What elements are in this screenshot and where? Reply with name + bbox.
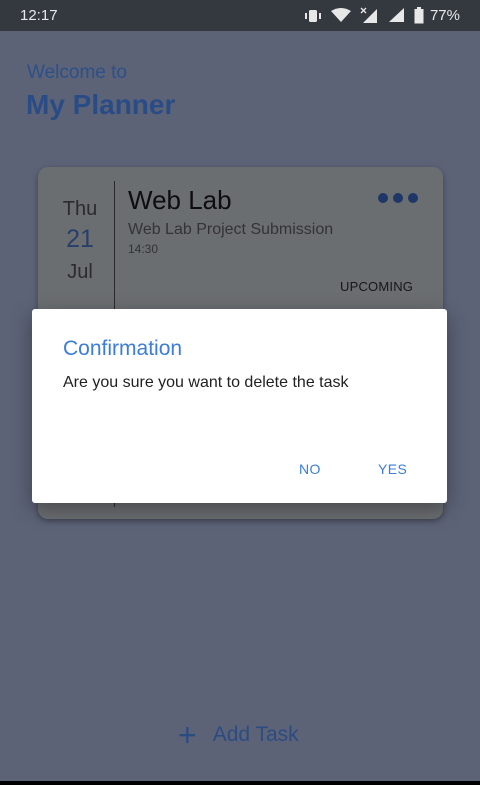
task-description: Web Lab Project Submission [128, 221, 334, 238]
task-title: Web Lab [128, 185, 232, 215]
dialog-title: Confirmation [63, 337, 183, 360]
dialog-message: Are you sure you want to delete the task [63, 374, 349, 391]
plus-icon: + [178, 717, 197, 753]
navigation-bar [0, 781, 480, 785]
confirmation-dialog: Confirmation Are you sure you want to de… [32, 309, 447, 503]
status-time: 12:17 [20, 7, 58, 24]
more-dot [393, 193, 403, 203]
page-title: My Planner [26, 89, 176, 120]
task-time: 14:30 [128, 242, 159, 256]
task-month: Jul [67, 261, 93, 283]
more-dot [378, 193, 388, 203]
no-button[interactable]: NO [299, 461, 321, 477]
signal-no-data-icon [360, 7, 377, 23]
more-dot [408, 193, 418, 203]
yes-button[interactable]: YES [378, 461, 407, 477]
welcome-text: Welcome to [27, 62, 127, 83]
vibrate-icon [304, 9, 321, 22]
task-date: 21 [66, 225, 94, 253]
status-bar: 12:17 77% [0, 0, 480, 31]
add-task-button[interactable]: + Add Task [178, 717, 299, 753]
status-badge: UPCOMING [340, 279, 414, 294]
battery-icon [414, 7, 424, 24]
signal-icon [388, 8, 404, 22]
add-task-label: Add Task [212, 723, 299, 746]
status-icons: 77% [304, 7, 460, 24]
battery-percentage: 77% [429, 7, 460, 24]
more-horizontal-icon[interactable] [378, 191, 420, 205]
task-day: Thu [62, 198, 98, 220]
wifi-icon [330, 8, 351, 22]
